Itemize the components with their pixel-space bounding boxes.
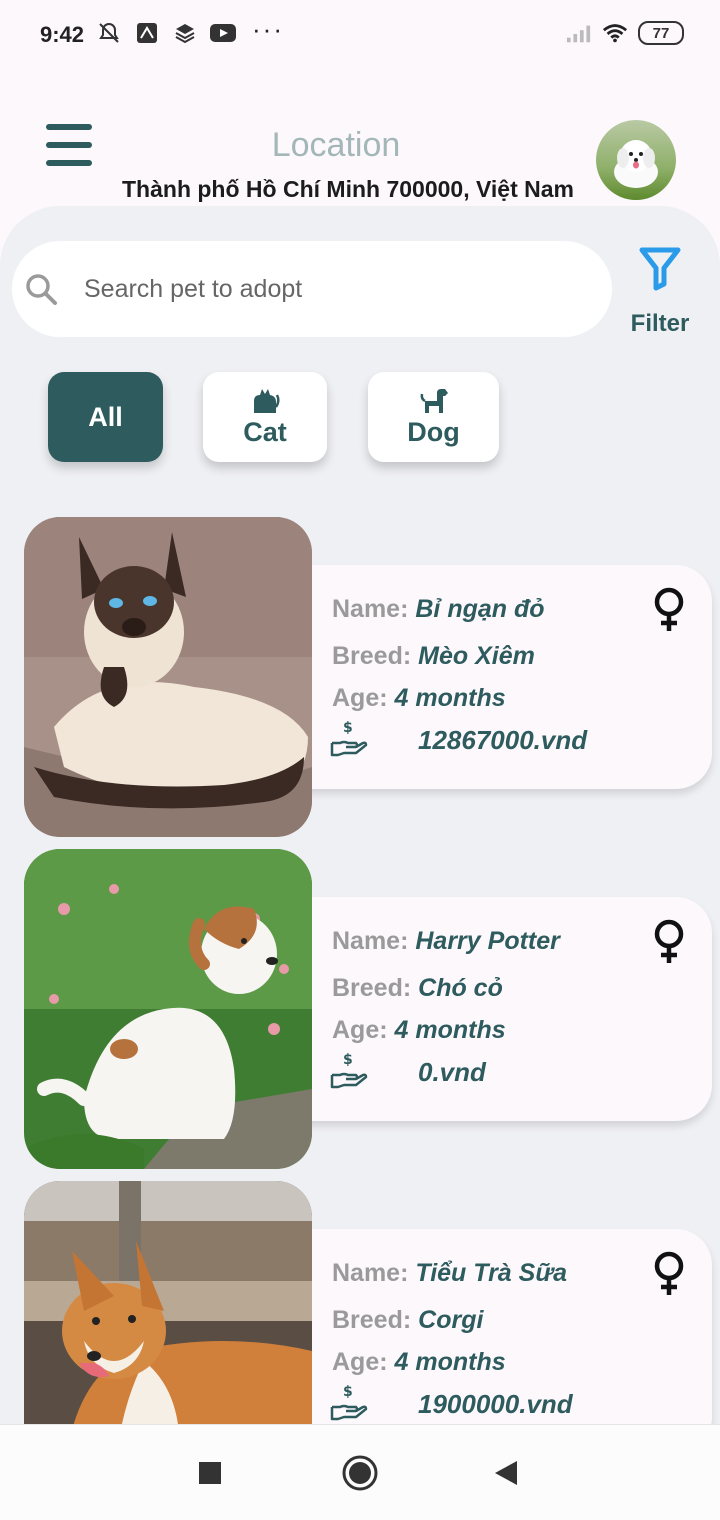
pet-name: Name: Harry Potter xyxy=(332,927,560,956)
status-bar: 9:42 ··· 77 xyxy=(0,0,720,70)
pet-breed: Breed: Chó cỏ xyxy=(332,974,503,1003)
signal-icon xyxy=(566,20,592,46)
pet-card[interactable]: Name: Harry Potter Breed: Chó cỏ Age: 4 … xyxy=(0,849,720,1169)
pet-age-key: Age: xyxy=(332,1348,388,1376)
category-dog-label: Dog xyxy=(407,416,460,447)
pet-age-key: Age: xyxy=(332,684,388,712)
svg-text:$: $ xyxy=(343,1052,353,1068)
svg-text:$: $ xyxy=(343,720,353,736)
more-notifications-icon: ··· xyxy=(252,14,284,44)
pet-breed: Breed: Corgi xyxy=(332,1306,483,1335)
pet-name: Name: Tiểu Trà Sữa xyxy=(332,1259,567,1288)
search-icon xyxy=(26,274,57,305)
pet-price: 0.vnd xyxy=(418,1057,486,1087)
pet-card[interactable]: Name: Bỉ ngạn đỏ Breed: Mèo Xiêm Age: 4 … xyxy=(0,517,720,837)
pet-age-key: Age: xyxy=(332,1016,388,1044)
svg-text:$: $ xyxy=(343,1384,353,1400)
status-system-icons: 77 xyxy=(566,20,684,46)
app-icon xyxy=(134,20,160,46)
pet-name-value: Harry Potter xyxy=(415,927,560,955)
pet-price: 1900000.vnd xyxy=(418,1389,573,1419)
search-placeholder: Search pet to adopt xyxy=(84,274,303,303)
status-notification-icons xyxy=(96,20,236,46)
main-panel: Search pet to adopt Filter All Cat Dog N… xyxy=(0,206,720,1424)
back-triangle-icon xyxy=(495,1461,517,1485)
pet-name-key: Name: xyxy=(332,1259,409,1287)
pet-breed: Breed: Mèo Xiêm xyxy=(332,642,535,671)
pet-card[interactable]: Name: Tiểu Trà Sữa Breed: Corgi Age: 4 m… xyxy=(0,1181,720,1424)
status-time: 9:42 xyxy=(40,22,85,47)
pet-price: 12867000.vnd xyxy=(418,725,588,755)
search-input[interactable]: Search pet to adopt xyxy=(12,241,612,337)
pet-name-key: Name: xyxy=(332,927,409,955)
avatar[interactable] xyxy=(596,120,676,200)
female-icon xyxy=(654,1251,684,1295)
alarm-off-icon xyxy=(96,20,122,46)
pet-breed-value: Chó cỏ xyxy=(418,974,503,1002)
cat-icon xyxy=(254,388,280,413)
pet-breed-key: Breed: xyxy=(332,974,412,1002)
pet-info-panel[interactable]: Name: Bỉ ngạn đỏ Breed: Mèo Xiêm Age: 4 … xyxy=(300,565,712,789)
layers-icon xyxy=(172,20,198,46)
back-button[interactable] xyxy=(486,1453,526,1493)
pet-breed-value: Corgi xyxy=(418,1306,484,1334)
category-all-label: All xyxy=(88,401,123,432)
location-label: Location xyxy=(271,126,401,164)
system-nav-bar xyxy=(0,1424,720,1520)
pet-info-panel[interactable]: Name: Tiểu Trà Sữa Breed: Corgi Age: 4 m… xyxy=(300,1229,712,1424)
youtube-icon xyxy=(210,20,236,46)
price-hand-icon: $ xyxy=(330,1052,368,1089)
female-icon xyxy=(654,587,684,631)
recent-apps-button[interactable] xyxy=(190,1453,230,1493)
price-hand-icon: $ xyxy=(330,720,368,757)
battery-icon: 77 xyxy=(638,21,684,45)
dog-icon xyxy=(420,388,448,413)
pet-age-value: 4 months xyxy=(394,684,506,712)
pet-age-value: 4 months xyxy=(394,1348,506,1376)
price-hand-icon: $ xyxy=(330,1384,368,1421)
home-button[interactable] xyxy=(340,1453,380,1493)
pet-age: Age: 4 months xyxy=(332,1348,506,1377)
pet-info-panel[interactable]: Name: Harry Potter Breed: Chó cỏ Age: 4 … xyxy=(300,897,712,1121)
category-cat[interactable]: Cat xyxy=(203,372,327,462)
pet-photo xyxy=(24,517,312,837)
wifi-icon xyxy=(602,20,628,46)
pet-name: Name: Bỉ ngạn đỏ xyxy=(332,595,545,624)
pet-age: Age: 4 months xyxy=(332,1016,506,1045)
pet-age-value: 4 months xyxy=(394,1016,506,1044)
filter-icon xyxy=(639,247,681,291)
category-cat-label: Cat xyxy=(243,416,287,447)
filter-button[interactable]: Filter xyxy=(624,244,696,354)
pet-name-value: Tiểu Trà Sữa xyxy=(415,1259,568,1287)
pet-photo xyxy=(24,1181,312,1424)
pet-photo xyxy=(24,849,312,1169)
pet-name-key: Name: xyxy=(332,595,409,623)
filter-label: Filter xyxy=(630,310,690,337)
circle-icon xyxy=(342,1455,378,1491)
pet-breed-key: Breed: xyxy=(332,1306,412,1334)
female-icon xyxy=(654,919,684,963)
category-all[interactable]: All xyxy=(48,372,163,462)
location-value[interactable]: Thành phố Hồ Chí Minh 700000, Việt Nam xyxy=(0,176,696,203)
category-dog[interactable]: Dog xyxy=(368,372,499,462)
pet-breed-value: Mèo Xiêm xyxy=(418,642,535,670)
pet-breed-key: Breed: xyxy=(332,642,412,670)
pet-name-value: Bỉ ngạn đỏ xyxy=(415,595,545,623)
pet-age: Age: 4 months xyxy=(332,684,506,713)
square-icon xyxy=(199,1462,221,1484)
